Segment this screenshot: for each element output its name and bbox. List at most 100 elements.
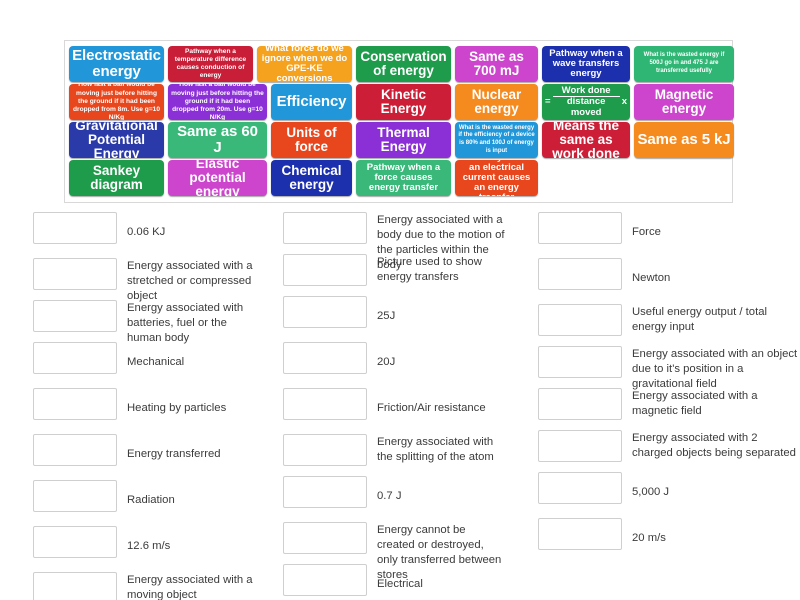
drop-zone[interactable] [538, 212, 622, 244]
drop-zone[interactable] [538, 472, 622, 504]
drop-zone[interactable] [283, 212, 367, 244]
fraction-prefix: = [545, 96, 551, 108]
answer-pair: 20 m/s [538, 518, 800, 560]
draggable-tile[interactable]: Pathway when a wave transfers energy [542, 46, 630, 82]
drop-zone[interactable] [538, 518, 622, 550]
tile-tray: Electrostatic energy Pathway when a tempe… [64, 40, 734, 203]
fraction-numerator: Work done [561, 84, 611, 96]
tile-row: Gravitational Potential Energy Same as 60… [69, 122, 734, 158]
answer-pair: Heating by particles [33, 388, 253, 430]
draggable-tile[interactable]: Kinetic Energy [356, 84, 451, 120]
tile-label: What force do we ignore when we do GPE-K… [261, 46, 348, 82]
drop-zone[interactable] [33, 526, 117, 558]
tile-label: Pathway when a temperature difference ca… [174, 47, 247, 80]
drop-zone[interactable] [283, 564, 367, 596]
drop-zone[interactable] [283, 296, 367, 328]
draggable-tile[interactable]: What is the wasted energy if the efficie… [455, 122, 538, 158]
answer-label: 20 m/s [632, 532, 666, 545]
answer-pair: Electrical [283, 564, 505, 600]
draggable-tile[interactable]: Magnetic energy [634, 84, 734, 120]
tile-label: Gravitational Potential Energy [75, 122, 158, 158]
tile-label: Nuclear energy [471, 86, 522, 116]
answer-label: 12.6 m/s [127, 540, 171, 553]
tile-label: Same as 700 mJ [469, 48, 524, 78]
drop-zone[interactable] [33, 480, 117, 512]
answer-label: Energy associated with batteries, fuel o… [127, 302, 244, 345]
draggable-tile[interactable]: Conservation of energy [356, 46, 451, 82]
answer-label: Useful energy output / total energy inpu… [632, 306, 768, 334]
drop-zone[interactable] [283, 522, 367, 554]
drop-zone[interactable] [538, 304, 622, 336]
drop-zone[interactable] [33, 258, 117, 290]
answer-pair: Energy associated with a stretched or co… [33, 258, 253, 302]
drop-zone[interactable] [283, 476, 367, 508]
tile-label: How fast a ball would be moving just bef… [171, 84, 264, 120]
answer-label: 5,000 J [632, 486, 670, 499]
tile-row: Sankey diagram Elastic potential energy Ch… [69, 160, 728, 196]
tile-row: How fast a ball would be moving just bef… [69, 84, 734, 120]
drop-zone[interactable] [283, 342, 367, 374]
drop-zone[interactable] [538, 388, 622, 420]
draggable-tile[interactable]: Nuclear energy [455, 84, 538, 120]
tile-label: Same as 5 kJ [637, 131, 731, 149]
draggable-tile[interactable]: What is the wasted energy if 500J go in … [634, 46, 734, 82]
draggable-tile[interactable]: How fast a ball would be moving just bef… [168, 84, 267, 120]
drop-zone[interactable] [33, 388, 117, 420]
tile-label: Electrostatic energy [72, 47, 161, 80]
answer-pair: Energy associated with a moving object [33, 572, 253, 600]
draggable-tile[interactable]: Electrostatic energy [69, 46, 164, 82]
drop-zone[interactable] [283, 388, 367, 420]
answer-pair: Energy associated with a magnetic field [538, 388, 800, 426]
match-up-activity: Electrostatic energy Pathway when a tempe… [0, 0, 800, 600]
draggable-tile[interactable]: Efficiency [271, 84, 352, 120]
draggable-tile[interactable]: = Work done distance moved x [542, 84, 630, 120]
tile-label: Pathway when an electrical current cause… [462, 160, 531, 196]
drop-zone[interactable] [33, 572, 117, 600]
tile-rows: Electrostatic energy Pathway when a tempe… [69, 46, 734, 196]
drop-zone[interactable] [33, 300, 117, 332]
answer-label: Radiation [127, 494, 175, 507]
draggable-tile[interactable]: Same as 60 J [168, 122, 267, 158]
draggable-tile[interactable]: Thermal Energy [356, 122, 451, 158]
answer-label: Heating by particles [127, 402, 227, 415]
answer-pair: Mechanical [33, 342, 253, 384]
answer-pair: Picture used to show energy transfers [283, 254, 505, 292]
tile-label: Thermal Energy [377, 124, 430, 154]
drop-zone[interactable] [283, 434, 367, 466]
answer-label: Energy associated with 2 charged objects… [632, 432, 796, 460]
drop-zone[interactable] [283, 254, 367, 286]
draggable-tile[interactable]: Pathway when a temperature difference ca… [168, 46, 253, 82]
drop-zone[interactable] [33, 342, 117, 374]
answer-pair: 0.7 J [283, 476, 505, 518]
tile-label: Same as 60 J [177, 123, 258, 156]
draggable-tile[interactable]: Elastic potential energy [168, 160, 267, 196]
tile-row: Electrostatic energy Pathway when a tempe… [69, 46, 734, 82]
drop-zone[interactable] [538, 430, 622, 462]
tile-label: Kinetic Energy [380, 86, 427, 116]
draggable-tile[interactable]: How fast a ball would be moving just bef… [69, 84, 164, 120]
drop-zone[interactable] [33, 212, 117, 244]
tile-label: Means the same as work done [552, 122, 620, 158]
draggable-tile[interactable]: What force do we ignore when we do GPE-K… [257, 46, 352, 82]
draggable-tile[interactable]: Sankey diagram [69, 160, 164, 196]
draggable-tile[interactable]: Pathway when a force causes energy trans… [356, 160, 451, 196]
answer-pair: Useful energy output / total energy inpu… [538, 304, 800, 342]
draggable-tile[interactable]: Chemical energy [271, 160, 352, 196]
answer-pair: Energy cannot be created or destroyed, o… [283, 522, 505, 581]
answer-label: Energy transferred [127, 448, 221, 461]
fraction-expression: = Work done distance moved x [545, 84, 627, 118]
drop-zone[interactable] [33, 434, 117, 466]
answer-pair: 25J [283, 296, 505, 338]
answer-label: Picture used to show energy transfers [377, 256, 482, 284]
answer-pair: Energy transferred [33, 434, 253, 476]
answer-label: Energy associated with a magnetic field [632, 390, 758, 418]
draggable-tile[interactable]: Gravitational Potential Energy [69, 122, 164, 158]
draggable-tile[interactable]: Means the same as work done [542, 122, 630, 158]
drop-zone[interactable] [538, 258, 622, 290]
answer-label: Force [632, 226, 661, 239]
draggable-tile[interactable]: Units of force [271, 122, 352, 158]
draggable-tile[interactable]: Same as 5 kJ [634, 122, 734, 158]
draggable-tile[interactable]: Same as 700 mJ [455, 46, 538, 82]
drop-zone[interactable] [538, 346, 622, 378]
draggable-tile[interactable]: Pathway when an electrical current cause… [455, 160, 538, 196]
